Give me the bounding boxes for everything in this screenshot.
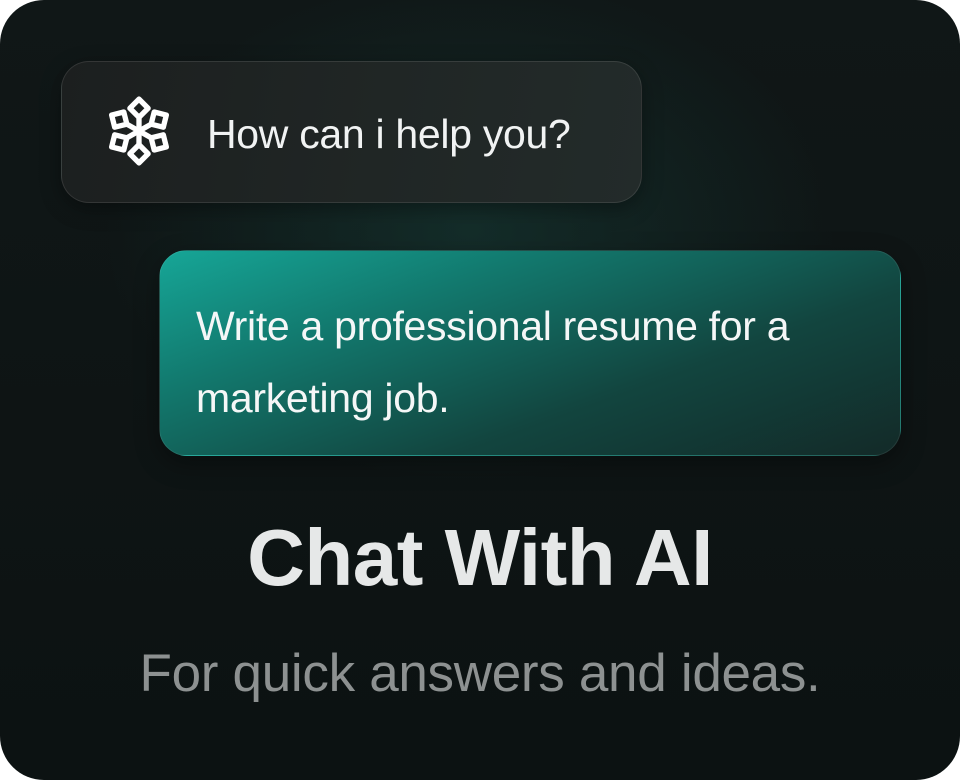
assistant-message-text: How can i help you? [207, 111, 571, 157]
user-message-text: Write a professional resume for a market… [196, 303, 790, 421]
ai-logo-icon [108, 96, 170, 166]
page-title: Chat With AI [247, 513, 713, 602]
promo-card: How can i help you? Write a professional… [0, 0, 960, 780]
page-subtitle: For quick answers and ideas. [139, 644, 821, 703]
